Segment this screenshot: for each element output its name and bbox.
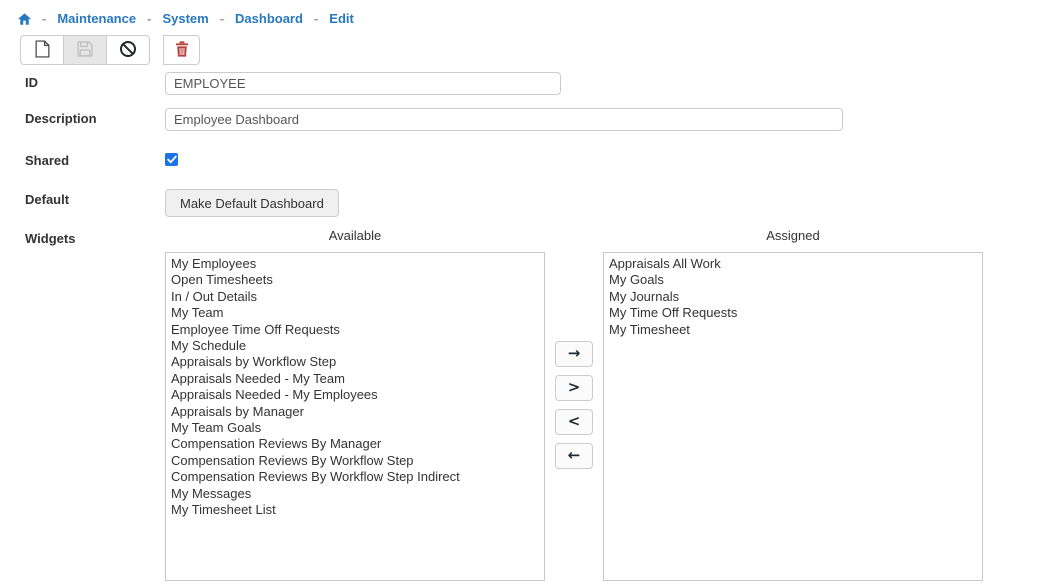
breadcrumb-separator: - [147,11,151,26]
list-item[interactable]: Employee Time Off Requests [166,322,544,338]
list-item[interactable]: Open Timesheets [166,272,544,288]
available-column: Available My EmployeesOpen TimesheetsIn … [165,228,545,581]
save-icon [77,41,93,60]
list-item[interactable]: My Timesheet [604,322,982,338]
toolbar-button-group [20,35,150,65]
move-selected-left-button[interactable]: < [555,409,593,435]
breadcrumb-edit[interactable]: Edit [329,11,354,26]
breadcrumb-dashboard[interactable]: Dashboard [235,11,303,26]
list-item[interactable]: My Team Goals [166,420,544,436]
breadcrumb-maintenance[interactable]: Maintenance [57,11,136,26]
assigned-header: Assigned [603,228,983,248]
list-item[interactable]: Appraisals Needed - My Employees [166,387,544,403]
arrow-right-icon: → [568,346,581,361]
widgets-dual-list: Available My EmployeesOpen TimesheetsIn … [165,228,983,581]
breadcrumb-separator: - [314,11,318,26]
assigned-list[interactable]: Appraisals All WorkMy GoalsMy JournalsMy… [603,252,983,581]
trash-icon [175,41,189,60]
list-item[interactable]: Compensation Reviews By Workflow Step [166,453,544,469]
chevron-left-icon: < [568,414,581,429]
available-list[interactable]: My EmployeesOpen TimesheetsIn / Out Deta… [165,252,545,581]
available-header: Available [165,228,545,248]
list-item[interactable]: Appraisals Needed - My Team [166,371,544,387]
list-item[interactable]: Compensation Reviews By Workflow Step In… [166,469,544,485]
default-row: Default Make Default Dashboard [25,189,1064,217]
list-item[interactable]: Appraisals by Manager [166,404,544,420]
id-input[interactable] [165,72,561,95]
chevron-right-icon: > [568,380,581,395]
home-icon[interactable] [18,13,31,25]
shared-label: Shared [25,150,165,168]
widgets-label: Widgets [25,228,165,246]
dashboard-edit-page: - Maintenance - System - Dashboard - Edi… [0,0,1064,586]
list-item[interactable]: My Employees [166,256,544,272]
widgets-row: Widgets Available My EmployeesOpen Times… [25,228,1064,581]
move-all-left-button[interactable]: ← [555,443,593,469]
checkmark-icon [167,155,177,164]
shared-checkbox[interactable] [165,153,178,166]
move-selected-right-button[interactable]: > [555,375,593,401]
list-item[interactable]: My Timesheet List [166,502,544,518]
description-input[interactable] [165,108,843,131]
breadcrumb-separator: - [220,11,224,26]
list-item[interactable]: My Schedule [166,338,544,354]
delete-button[interactable] [163,35,200,65]
description-row: Description [25,108,1064,131]
list-item[interactable]: Compensation Reviews By Manager [166,436,544,452]
block-button[interactable] [106,35,150,65]
breadcrumb: - Maintenance - System - Dashboard - Edi… [0,0,1064,28]
shared-row: Shared [25,150,1064,168]
move-all-right-button[interactable]: → [555,341,593,367]
default-label: Default [25,189,165,207]
new-button[interactable] [20,35,64,65]
transfer-buttons: → > < ← [545,216,603,569]
list-item[interactable]: My Journals [604,289,982,305]
list-item[interactable]: My Time Off Requests [604,305,982,321]
list-item[interactable]: My Goals [604,272,982,288]
list-item[interactable]: In / Out Details [166,289,544,305]
new-document-icon [35,40,50,61]
arrow-left-icon: ← [568,448,581,463]
block-icon [119,40,137,61]
list-item[interactable]: Appraisals by Workflow Step [166,354,544,370]
breadcrumb-system[interactable]: System [162,11,208,26]
id-row: ID [25,72,1064,95]
list-item[interactable]: My Messages [166,486,544,502]
list-item[interactable]: My Team [166,305,544,321]
make-default-dashboard-button[interactable]: Make Default Dashboard [165,189,339,217]
list-item[interactable]: Appraisals All Work [604,256,982,272]
description-label: Description [25,108,165,126]
save-button[interactable] [63,35,107,65]
breadcrumb-separator: - [42,11,46,26]
toolbar [20,35,1064,65]
assigned-column: Assigned Appraisals All WorkMy GoalsMy J… [603,228,983,581]
toolbar-delete-group [163,35,200,65]
id-label: ID [25,72,165,90]
